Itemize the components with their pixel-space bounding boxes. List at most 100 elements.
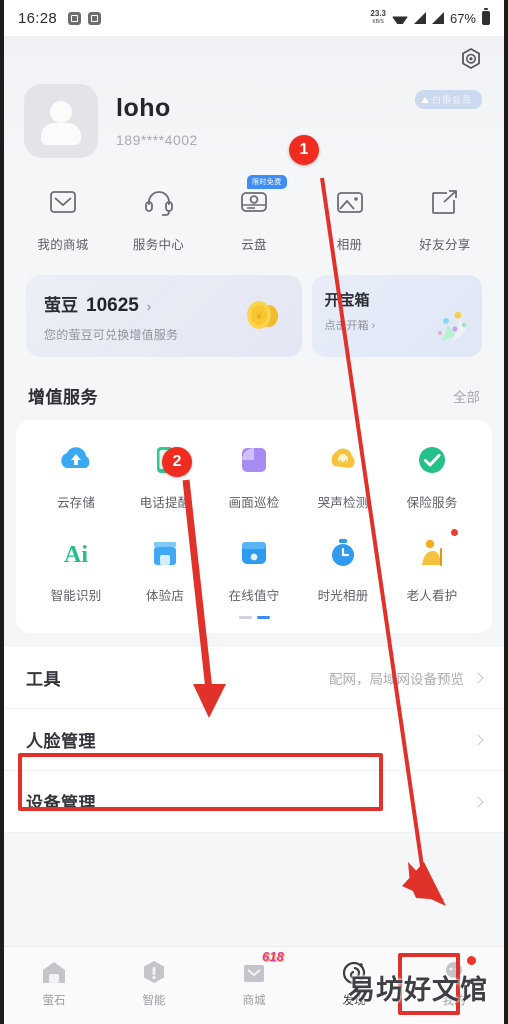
avatar[interactable] bbox=[24, 84, 98, 158]
service-cloud-storage[interactable]: 云存储 bbox=[34, 438, 118, 511]
header-toolbar bbox=[24, 36, 484, 82]
store-icon bbox=[143, 531, 187, 575]
user-name: loho bbox=[116, 94, 171, 122]
smart-icon bbox=[139, 957, 169, 987]
page-dot[interactable] bbox=[238, 616, 252, 619]
page-dot-active[interactable] bbox=[256, 616, 270, 619]
quick-action-cloud-disk[interactable]: 限时免费 云盘 bbox=[217, 175, 291, 253]
insurance-check-icon bbox=[410, 438, 454, 482]
service-label: 在线值守 bbox=[228, 589, 280, 603]
cry-detect-icon bbox=[321, 438, 365, 482]
service-label: 保险服务 bbox=[406, 496, 458, 510]
service-label: 哭声检测 bbox=[317, 496, 369, 510]
quick-action-album[interactable]: 相册 bbox=[313, 184, 387, 253]
signal-icon bbox=[431, 12, 444, 24]
list-item-right bbox=[472, 795, 484, 808]
service-label: 电话提醒 bbox=[139, 496, 191, 510]
chevron-right-icon bbox=[472, 671, 484, 684]
services-grid: 云存储 电话提醒 画面巡检 哭声检测 保险服务 Ai 智能识别 体验店 在线值守… bbox=[16, 420, 492, 633]
tab-label: 智能 bbox=[142, 995, 166, 1007]
list-item-right: 配网，局域网设备预览 bbox=[329, 668, 484, 688]
service-label: 智能识别 bbox=[50, 589, 102, 603]
service-time-album[interactable]: 时光相册 bbox=[301, 531, 385, 604]
app-square-icon bbox=[88, 11, 102, 25]
tab-label: 萤石 bbox=[42, 995, 66, 1007]
tab-label: 我的 bbox=[442, 995, 466, 1007]
service-label: 云存储 bbox=[56, 496, 96, 510]
status-time: 16:28 bbox=[18, 9, 58, 27]
tab-mall[interactable]: 618 商城 bbox=[204, 949, 304, 1008]
online-guard-icon bbox=[232, 531, 276, 575]
list-item-device-management[interactable]: 设备管理 bbox=[4, 771, 504, 833]
service-label: 老人看护 bbox=[406, 589, 458, 603]
bean-balance-card[interactable]: 萤豆 10625 › 您的萤豆可兑换增值服务 ¥ bbox=[26, 275, 303, 357]
profile-info: loho 189****4002 bbox=[116, 94, 198, 148]
treasure-box-card[interactable]: 开宝箱 点击开箱 › bbox=[312, 275, 482, 357]
settings-list: 工具 配网，局域网设备预览 人脸管理 设备管理 bbox=[4, 647, 504, 833]
photo-icon bbox=[330, 184, 370, 222]
service-phone-alert[interactable]: 电话提醒 bbox=[123, 438, 207, 511]
vip-badge-label: 白银会员 bbox=[431, 95, 472, 105]
user-phone: 189****4002 bbox=[116, 132, 198, 148]
profile-face-icon bbox=[439, 957, 469, 987]
service-label: 时光相册 bbox=[317, 589, 369, 603]
bottom-tab-bar: 萤石 智能 618 商城 发现 我的 bbox=[4, 946, 504, 1024]
quick-action-label: 云盘 bbox=[241, 238, 267, 252]
profile-header: loho 189****4002 白银会员 bbox=[4, 36, 504, 170]
mall-icon bbox=[239, 957, 269, 987]
bean-title: 萤豆 bbox=[44, 296, 78, 315]
service-ai-recognition[interactable]: Ai 智能识别 bbox=[34, 531, 118, 604]
tab-ezviz[interactable]: 萤石 bbox=[4, 957, 104, 1008]
quick-action-label: 相册 bbox=[336, 238, 363, 252]
svg-text:¥: ¥ bbox=[256, 311, 263, 321]
status-right-icons: 23.3 KB/S 67% bbox=[370, 8, 490, 26]
service-screen-patrol[interactable]: 画面巡检 bbox=[212, 438, 296, 511]
chevron-right-icon: › bbox=[146, 299, 152, 314]
list-item-face-management[interactable]: 人脸管理 bbox=[4, 709, 504, 771]
service-insurance[interactable]: 保险服务 bbox=[390, 438, 474, 511]
tab-smart[interactable]: 智能 bbox=[104, 957, 204, 1008]
service-online-guard[interactable]: 在线值守 bbox=[212, 531, 296, 604]
service-cry-detect[interactable]: 哭声检测 bbox=[301, 438, 385, 511]
gear-icon[interactable] bbox=[458, 46, 484, 72]
quick-action-label: 好友分享 bbox=[419, 238, 471, 252]
quick-action-label: 服务中心 bbox=[132, 238, 185, 252]
gold-coin-icon: ¥ bbox=[240, 291, 286, 337]
mail-box-icon bbox=[43, 184, 83, 222]
svg-text:Ai: Ai bbox=[64, 542, 88, 568]
home-icon bbox=[39, 957, 69, 987]
profile-block[interactable]: loho 189****4002 bbox=[24, 82, 484, 158]
tab-discover[interactable]: 发现 bbox=[304, 957, 404, 1008]
section-title: 增值服务 bbox=[28, 388, 98, 407]
treasure-burst-icon bbox=[422, 305, 474, 349]
share-external-icon bbox=[425, 184, 465, 222]
time-album-icon bbox=[321, 531, 365, 575]
list-item-label: 人脸管理 bbox=[26, 732, 96, 751]
quick-action-friend-share[interactable]: 好友分享 bbox=[408, 184, 482, 253]
promo-cards-row: 萤豆 10625 › 您的萤豆可兑换增值服务 ¥ 开宝箱 点击开箱 › bbox=[4, 259, 504, 357]
quick-action-my-mall[interactable]: 我的商城 bbox=[26, 184, 100, 253]
service-label: 画面巡检 bbox=[228, 496, 280, 510]
service-experience-store[interactable]: 体验店 bbox=[123, 531, 207, 604]
vip-triangle-icon bbox=[420, 96, 429, 103]
status-badge[interactable]: 白银会员 bbox=[414, 90, 482, 109]
network-speed: 23.3 KB/S bbox=[370, 10, 386, 26]
phone-screen: 16:28 23.3 KB/S 67% loho 189****4002 白银会… bbox=[0, 0, 508, 1024]
services-section-header: 增值服务 全部 bbox=[4, 357, 504, 420]
discover-icon bbox=[339, 957, 369, 987]
battery-icon bbox=[482, 8, 490, 25]
app-square-icon bbox=[68, 11, 82, 25]
signal-icon bbox=[413, 12, 426, 24]
quick-action-service-center[interactable]: 服务中心 bbox=[122, 184, 196, 253]
list-item-subtitle: 配网，局域网设备预览 bbox=[329, 671, 464, 687]
battery-percent: 67% bbox=[449, 10, 476, 26]
quick-actions-row: 我的商城 服务中心 限时免费 云盘 相册 好友分享 bbox=[4, 170, 504, 259]
services-row-2: Ai 智能识别 体验店 在线值守 时光相册 老人看护 bbox=[26, 523, 482, 616]
list-item-tools[interactable]: 工具 配网，局域网设备预览 bbox=[4, 647, 504, 709]
tab-label: 商城 bbox=[242, 995, 266, 1007]
view-all-link[interactable]: 全部 bbox=[453, 386, 480, 406]
service-elder-care[interactable]: 老人看护 bbox=[390, 529, 474, 604]
bean-amount: 10625 bbox=[86, 295, 139, 316]
tab-mine[interactable]: 我的 bbox=[404, 956, 504, 1008]
cloud-storage-icon bbox=[54, 438, 98, 482]
